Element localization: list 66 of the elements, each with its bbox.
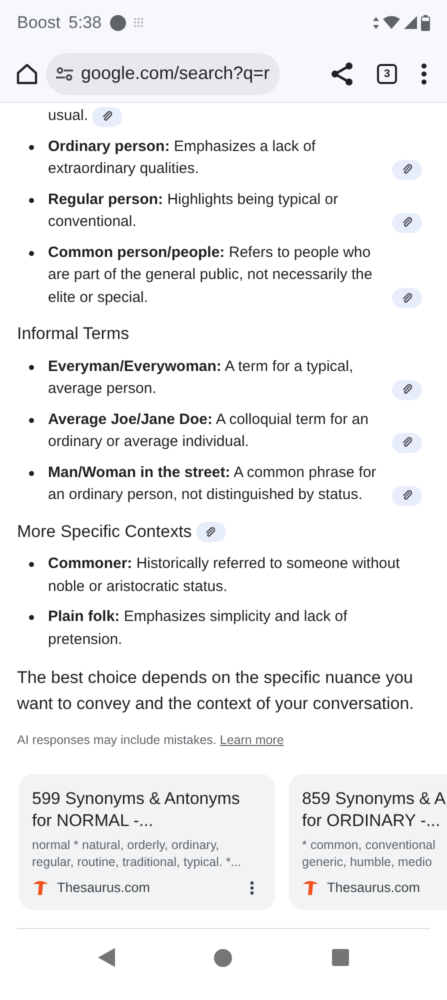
bullet-text: usual.	[48, 106, 88, 126]
bullet-text: Man/Woman in the street: A common phrase for an ordinary person, not distinguished by status.	[48, 462, 378, 505]
more-options-icon[interactable]	[250, 880, 254, 895]
bullet-dot	[29, 470, 34, 476]
link-chip[interactable]	[392, 486, 422, 506]
section-heading: Informal Terms	[17, 324, 130, 343]
link-chip[interactable]	[392, 432, 422, 452]
bullet-dot	[29, 562, 34, 567]
signal-icon	[404, 16, 417, 29]
link-chip[interactable]	[92, 106, 122, 126]
bullet-text: Everyman/Everywoman: A term for a typical, average person.	[48, 356, 354, 399]
link-chip[interactable]	[392, 380, 422, 400]
grid-dots-icon	[134, 18, 143, 27]
carrier-name: Boost	[17, 12, 60, 34]
site-settings-icon[interactable]	[56, 66, 73, 80]
link-icon	[102, 111, 113, 122]
learn-more-link[interactable]: Learn more	[220, 733, 284, 747]
bullet-dot	[29, 198, 34, 202]
bullet-text: Common person/people: Refers to people who are part of the general public, not necessarily the elite or special.	[48, 242, 374, 308]
section-heading: More Specific Contexts	[17, 522, 192, 540]
bullet-text: Average Joe/Jane Doe: A colloquial term for an ordinary or average individual.	[48, 410, 370, 452]
bullet-text: Commoner: Historically referred to someone without noble or aristocratic status.	[48, 554, 401, 596]
data-arrows-icon	[373, 16, 379, 28]
link-chip[interactable]	[392, 288, 422, 308]
battery-icon	[421, 14, 430, 30]
link-icon	[402, 384, 412, 395]
bullet-dot	[29, 144, 34, 150]
recents-nav-icon[interactable]	[332, 949, 350, 966]
bullet-dot	[29, 418, 34, 422]
link-chip[interactable]	[392, 212, 422, 232]
link-chip[interactable]	[196, 522, 226, 542]
card-title: 599 Synonyms & Antonyms for NORMAL -...	[32, 788, 241, 832]
link-icon	[402, 490, 412, 501]
bullet-text: Ordinary person: Emphasizes a lack of extraordinary qualities.	[48, 136, 317, 179]
clock-time: 5:38	[68, 12, 102, 34]
link-icon	[402, 292, 412, 304]
bullet-dot	[29, 364, 34, 370]
address-bar[interactable]: google.com/search?q=r	[46, 52, 280, 94]
bullet-dot	[29, 250, 34, 256]
home-icon[interactable]	[16, 62, 38, 84]
source-card[interactable]: 859 Synonyms & A for ORDINARY -... * common, conventional generic, humble, medio Thesaurus.com	[289, 774, 447, 910]
notification-dot-icon	[110, 14, 126, 30]
source-name: Thesaurus.com	[327, 878, 420, 896]
link-icon	[205, 526, 216, 538]
link-icon	[402, 164, 412, 175]
site-logo-icon	[302, 879, 319, 896]
disclaimer-text: AI responses may include mistakes.	[17, 733, 216, 747]
link-chip[interactable]	[392, 160, 422, 180]
source-name: Thesaurus.com	[57, 878, 150, 896]
share-icon[interactable]	[331, 62, 353, 86]
tab-count-button[interactable]: 3	[377, 64, 397, 84]
bullet-text: Plain folk: Emphasizes simplicity and lack of pretension.	[48, 607, 348, 650]
link-icon	[402, 217, 412, 228]
bullet-text: Regular person: Highlights being typical or conventional.	[48, 190, 340, 232]
card-title: 859 Synonyms & A for ORDINARY -...	[302, 788, 447, 832]
link-icon	[402, 437, 412, 448]
card-snippet: * common, conventional generic, humble, medio	[302, 836, 436, 871]
card-snippet: normal * natural, orderly, ordinary, regular, routine, traditional, typical. *...	[32, 836, 242, 871]
site-logo-icon	[32, 879, 49, 896]
bullet-dot	[29, 615, 34, 620]
wifi-icon	[383, 16, 400, 29]
summary-paragraph: The best choice depends on the specific nuance you want to convey and the context of your conversation.	[17, 667, 415, 715]
source-card[interactable]: 599 Synonyms & Antonyms for NORMAL -... normal * natural, orderly, ordinary, regular, routine, traditional, typical. *... Thesaurus.com	[19, 774, 275, 910]
home-nav-icon[interactable]	[214, 948, 232, 967]
more-menu-icon[interactable]	[421, 62, 427, 84]
back-nav-icon[interactable]	[98, 948, 115, 968]
